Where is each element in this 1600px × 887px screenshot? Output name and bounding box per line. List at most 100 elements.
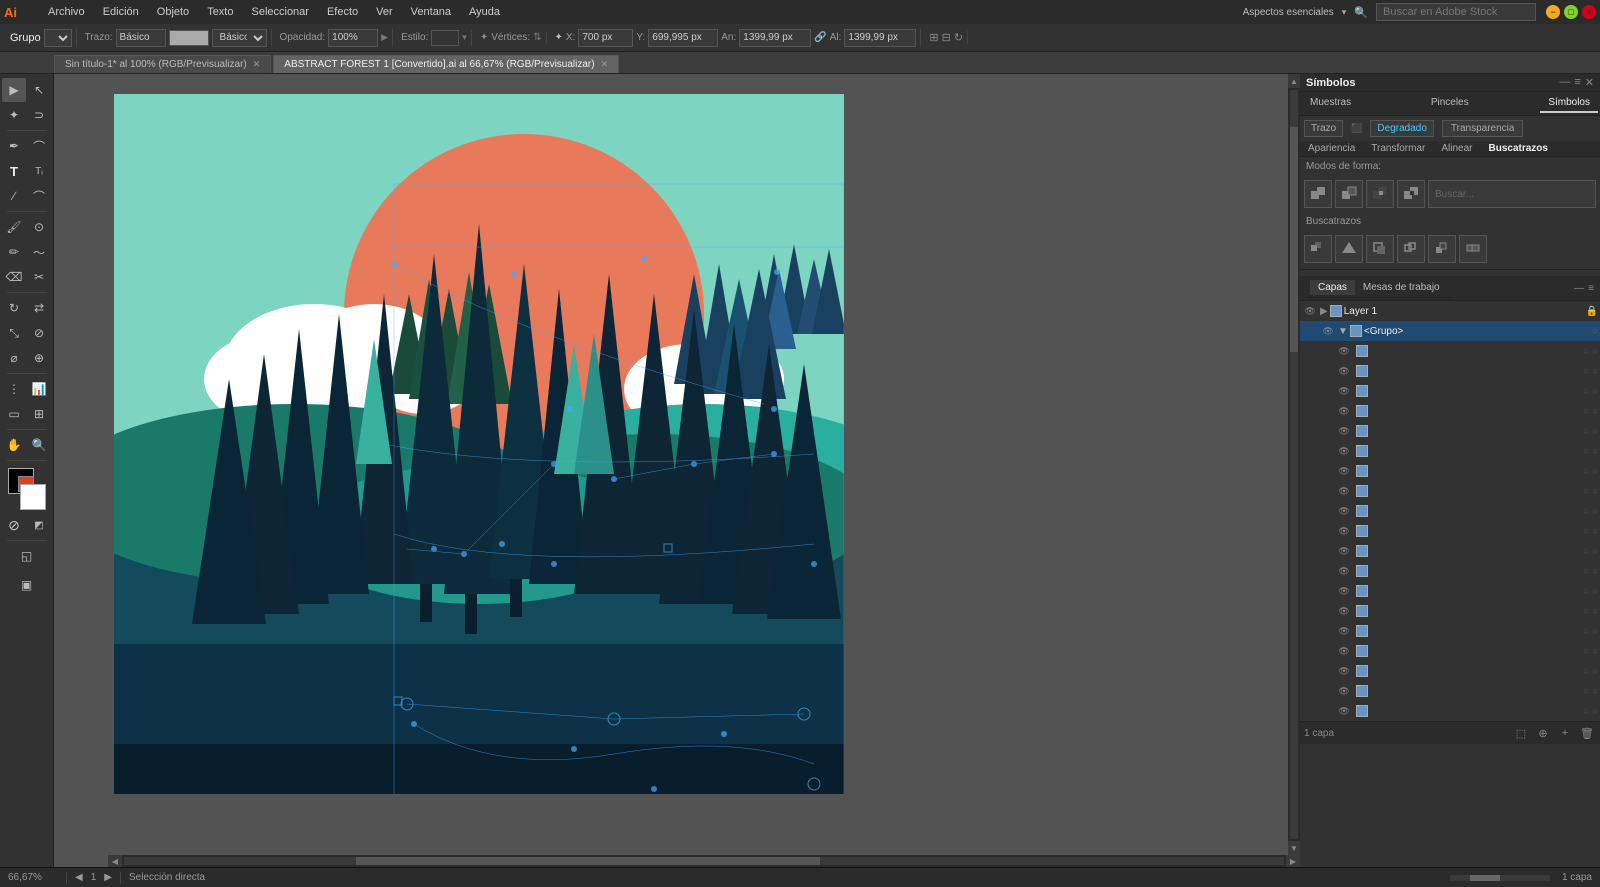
trazado-row[interactable]: 👁 ○ ○	[1300, 661, 1600, 681]
trazado-row[interactable]: 👁 ○ ○	[1300, 441, 1600, 461]
trazado-mark[interactable]: ○	[1593, 346, 1598, 356]
trazado-lock[interactable]: ○	[1583, 406, 1588, 416]
trazado-mark[interactable]: ○	[1593, 646, 1598, 656]
shape-minus-front-btn[interactable]	[1335, 180, 1363, 208]
trazado-visibility[interactable]: 👁	[1336, 583, 1352, 599]
menu-edicion[interactable]: Edición	[95, 4, 147, 20]
trazo-input[interactable]	[116, 29, 166, 47]
blob-brush-tool[interactable]: ⊙	[27, 215, 51, 239]
trazado-mark[interactable]: ○	[1593, 666, 1598, 676]
artboard[interactable]	[114, 94, 844, 794]
shape-exclude-btn[interactable]	[1397, 180, 1425, 208]
pen-tool[interactable]: ✒	[2, 134, 26, 158]
menu-efecto[interactable]: Efecto	[319, 4, 366, 20]
trazado-visibility[interactable]: 👁	[1336, 403, 1352, 419]
bt-crop-btn[interactable]	[1366, 235, 1394, 263]
trazado-lock[interactable]: ○	[1583, 526, 1588, 536]
background-color[interactable]	[20, 484, 46, 510]
panel-close-icon[interactable]: ✕	[1585, 76, 1594, 89]
transparencia-btn[interactable]: Transparencia	[1442, 120, 1524, 137]
symbol-sprayer-tool[interactable]: ⋮	[2, 377, 26, 401]
delete-layer-btn[interactable]: 🗑	[1578, 724, 1596, 742]
scroll-up-btn[interactable]: ▲	[1288, 74, 1300, 88]
scrollbar-track-v[interactable]	[1290, 90, 1298, 839]
trazado-mark[interactable]: ○	[1593, 386, 1598, 396]
trazado-lock[interactable]: ○	[1583, 646, 1588, 656]
trazado-visibility[interactable]: 👁	[1336, 523, 1352, 539]
shape-search-input[interactable]: Buscar...	[1428, 180, 1596, 208]
trazado-lock[interactable]: ○	[1583, 486, 1588, 496]
trazado-lock[interactable]: ○	[1583, 386, 1588, 396]
trazado-lock[interactable]: ○	[1583, 566, 1588, 576]
workspace-dropdown-icon[interactable]: ▾	[1342, 7, 1347, 18]
layers-minimize-icon[interactable]: —	[1574, 283, 1584, 294]
zoom-tool[interactable]: 🔍	[27, 433, 51, 457]
bt-merge-btn[interactable]	[1335, 235, 1363, 263]
trazado-mark[interactable]: ○	[1593, 606, 1598, 616]
pencil-tool[interactable]: ✏	[2, 240, 26, 264]
scroll-down-btn[interactable]: ▼	[1288, 841, 1300, 855]
an-input[interactable]	[739, 29, 811, 47]
change-screen-btn[interactable]: ▣	[15, 573, 39, 597]
trazado-row[interactable]: 👁 ○ ○	[1300, 481, 1600, 501]
trazado-row[interactable]: 👁 ○ ○	[1300, 361, 1600, 381]
trazado-visibility[interactable]: 👁	[1336, 483, 1352, 499]
trazado-lock[interactable]: ○	[1583, 426, 1588, 436]
smooth-tool[interactable]: 〜	[27, 240, 51, 264]
stock-search-input[interactable]	[1376, 3, 1536, 21]
panel-menu-icon[interactable]: ≡	[1574, 76, 1580, 89]
trazado-mark[interactable]: ○	[1593, 526, 1598, 536]
trazado-row[interactable]: 👁 ○ ○	[1300, 421, 1600, 441]
layer-1-lock-icon[interactable]: 🔒	[1586, 306, 1598, 317]
layer-1-expand-icon[interactable]: ▶	[1320, 306, 1328, 317]
trazado-mark[interactable]: ○	[1593, 546, 1598, 556]
trazado-visibility[interactable]: 👁	[1336, 663, 1352, 679]
trazado-lock[interactable]: ○	[1583, 446, 1588, 456]
scroll-right-btn[interactable]: ▶	[1286, 855, 1300, 867]
trazado-row[interactable]: 👁 ○ ○	[1300, 501, 1600, 521]
bt-outline-btn[interactable]	[1397, 235, 1425, 263]
panel-minimize-icon[interactable]: —	[1559, 76, 1570, 89]
scale-tool[interactable]: ⤡	[2, 321, 26, 345]
tab-1-close[interactable]: ✕	[253, 59, 261, 70]
trazado-mark[interactable]: ○	[1593, 686, 1598, 696]
scroll-left-btn[interactable]: ◀	[108, 855, 122, 867]
trazado-visibility[interactable]: 👁	[1336, 603, 1352, 619]
trazado-mark[interactable]: ○	[1593, 486, 1598, 496]
magic-wand-tool[interactable]: ✦	[2, 103, 26, 127]
trazado-mark[interactable]: ○	[1593, 706, 1598, 716]
degradado-btn[interactable]: Degradado	[1370, 120, 1433, 137]
al-input[interactable]	[844, 29, 916, 47]
close-button[interactable]: ×	[1582, 5, 1596, 19]
trazado-visibility[interactable]: 👁	[1336, 443, 1352, 459]
trazado-row[interactable]: 👁 ○ ○	[1300, 641, 1600, 661]
none-color[interactable]: ⊘	[2, 513, 26, 537]
simbolos-tab[interactable]: Símbolos	[1540, 94, 1598, 113]
paint-brush-tool[interactable]: 🖌	[2, 215, 26, 239]
trazado-mark[interactable]: ○	[1593, 466, 1598, 476]
shear-tool[interactable]: ⊘	[27, 321, 51, 345]
layers-list[interactable]: 👁 ○ ○ 👁 ○ ○ 👁 ○ ○ 👁 ○ ○ 👁 ○	[1300, 341, 1600, 721]
selection-tool[interactable]: ▶	[2, 78, 26, 102]
menu-ventana[interactable]: Ventana	[403, 4, 459, 20]
trazado-visibility[interactable]: 👁	[1336, 543, 1352, 559]
reflect-tool[interactable]: ⇄	[27, 296, 51, 320]
y-input[interactable]	[648, 29, 718, 47]
nav-prev-btn[interactable]: ◀	[75, 872, 83, 883]
layer-1-visibility[interactable]: 👁	[1302, 303, 1318, 319]
artboard-tool[interactable]: ▭	[2, 402, 26, 426]
alinear-tab[interactable]: Alinear	[1433, 141, 1480, 156]
new-sublayer-btn[interactable]: ⊕	[1534, 724, 1552, 742]
estilo-dropdown-icon[interactable]: ▾	[462, 32, 467, 43]
trazado-row[interactable]: 👁 ○ ○	[1300, 601, 1600, 621]
draw-inside-btn[interactable]: ◱	[15, 544, 39, 568]
warp-tool[interactable]: ⌀	[2, 346, 26, 370]
canvas-area[interactable]: ◀ ▶ ▲ ▼	[54, 74, 1300, 867]
trazado-visibility[interactable]: 👁	[1336, 643, 1352, 659]
shape-intersect-btn[interactable]	[1366, 180, 1394, 208]
statusbar-scroll-thumb[interactable]	[1470, 875, 1500, 881]
trazado-row[interactable]: 👁 ○ ○	[1300, 381, 1600, 401]
trazado-mark[interactable]: ○	[1593, 626, 1598, 636]
eraser-tool[interactable]: ⌫	[2, 265, 26, 289]
trazo-color-preview[interactable]	[169, 30, 209, 46]
